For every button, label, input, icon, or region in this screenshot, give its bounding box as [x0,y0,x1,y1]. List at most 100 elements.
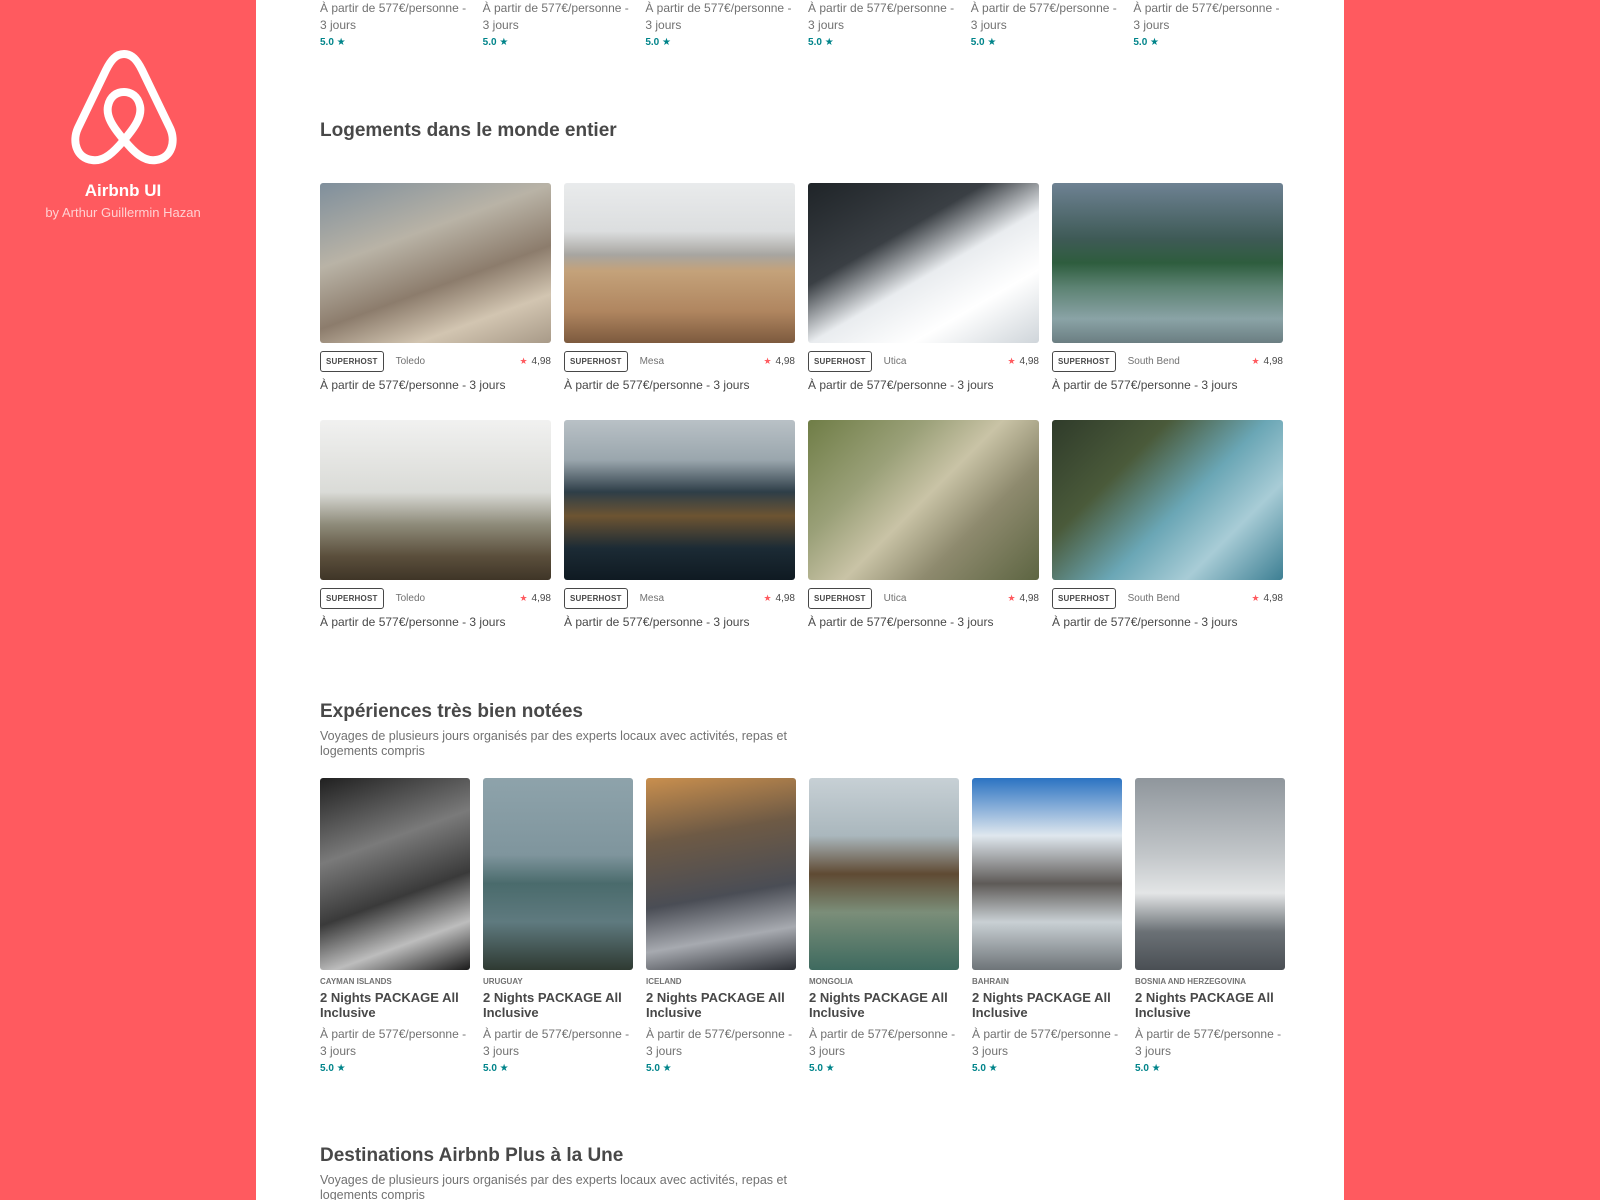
listing-price: À partir de 577€/personne - 3 jours [808,378,994,392]
experience-photo[interactable] [483,778,633,970]
experience-card[interactable]: CAYMAN ISLANDS 2 Nights PACKAGE All Incl… [320,778,470,1074]
experience-photo[interactable] [1135,778,1285,970]
listing-city: South Bend [1127,592,1180,604]
listing-price: À partir de 577€/personne - 3 jours [564,615,750,629]
experience-rating: 5.0 ★ [1135,1063,1161,1074]
experience-card[interactable]: BAHRAIN 2 Nights PACKAGE All Inclusive À… [972,778,1122,1074]
top-experience-row: À partir de 577€/personne - 3 jours 5.0 … [320,0,1283,48]
home-card[interactable]: SUPERHOST Utica ★ 4,98 À partir de 577€/… [808,183,1039,419]
experience-name[interactable]: 2 Nights PACKAGE All Inclusive [483,990,633,1020]
listing-photo[interactable] [564,420,795,580]
brand-byline: by Arthur Guillermin Hazan [45,205,201,220]
list-item[interactable]: À partir de 577€/personne - 3 jours 5.0 … [645,0,795,48]
section-title-experiences: Expériences très bien notées [320,701,583,722]
list-item[interactable]: À partir de 577€/personne - 3 jours 5.0 … [971,0,1121,48]
home-card[interactable]: SUPERHOST Mesa ★ 4,98 À partir de 577€/p… [564,420,795,656]
home-card[interactable]: SUPERHOST Toledo ★ 4,98 À partir de 577€… [320,420,551,656]
card-rating: 5.0 ★ [320,37,346,48]
experience-name[interactable]: 2 Nights PACKAGE All Inclusive [646,990,796,1020]
experience-price: À partir de 577€/personne - 3 jours [1135,1027,1282,1058]
listing-city: Toledo [395,592,426,604]
list-item[interactable]: À partir de 577€/personne - 3 jours 5.0 … [483,0,633,48]
experience-card[interactable]: URUGUAY 2 Nights PACKAGE All Inclusive À… [483,778,633,1074]
experience-country: MONGOLIA [809,977,853,986]
card-price: À partir de 577€/personne - 3 jours [1133,1,1280,32]
listing-photo[interactable] [808,420,1039,580]
card-rating: 5.0 ★ [1133,37,1160,48]
listing-score: 4,98 [1019,592,1039,604]
experience-photo[interactable] [646,778,796,970]
experience-photo[interactable] [320,778,470,970]
home-card[interactable]: SUPERHOST Toledo ★ 4,98 À partir de 577€… [320,183,551,419]
listing-photo[interactable] [1052,183,1283,343]
experience-card[interactable]: ICELAND 2 Nights PACKAGE All Inclusive À… [646,778,796,1074]
listing-photo[interactable] [1052,420,1283,580]
experience-card[interactable]: BOSNIA AND HERZEGOVINA 2 Nights PACKAGE … [1135,778,1285,1074]
listing-photo[interactable] [320,183,551,343]
listing-photo[interactable] [564,183,795,343]
listing-score: 4,98 [531,592,551,604]
card-price: À partir de 577€/personne - 3 jours [808,1,955,32]
experience-name[interactable]: 2 Nights PACKAGE All Inclusive [809,990,959,1020]
star-icon: ★ [519,592,528,603]
listing-photo[interactable] [808,183,1039,343]
experience-rating: 5.0 ★ [483,1063,509,1074]
home-card[interactable]: SUPERHOST South Bend ★ 4,98 À partir de … [1052,183,1283,419]
listing-city: Toledo [395,355,426,367]
card-rating: 5.0 ★ [482,37,509,48]
experience-country: CAYMAN ISLANDS [320,977,392,986]
experience-price: À partir de 577€/personne - 3 jours [320,1027,467,1058]
star-icon: ★ [1007,592,1016,603]
listing-city: Mesa [639,355,665,367]
brand-title: Airbnb UI [84,181,162,200]
list-item[interactable]: À partir de 577€/personne - 3 jours 5.0 … [808,0,958,48]
homes-grid-row-2: SUPERHOST Toledo ★ 4,98 À partir de 577€… [320,420,1283,656]
listing-price: À partir de 577€/personne - 3 jours [320,378,506,392]
experience-country: URUGUAY [483,977,523,986]
experience-price: À partir de 577€/personne - 3 jours [972,1027,1119,1058]
experience-price: À partir de 577€/personne - 3 jours [809,1027,956,1058]
listing-price: À partir de 577€/personne - 3 jours [320,615,506,629]
superhost-badge: SUPERHOST [808,587,872,609]
superhost-badge: SUPERHOST [320,350,384,372]
listing-score: 4,98 [531,355,551,367]
listing-score: 4,98 [1263,592,1283,604]
listing-price: À partir de 577€/personne - 3 jours [1052,615,1238,629]
superhost-badge: SUPERHOST [1052,587,1116,609]
experience-name[interactable]: 2 Nights PACKAGE All Inclusive [320,990,470,1020]
experience-price: À partir de 577€/personne - 3 jours [483,1027,630,1058]
listing-price: À partir de 577€/personne - 3 jours [808,615,994,629]
experience-country: BOSNIA AND HERZEGOVINA [1135,977,1246,986]
section-subtitle-experiences: Voyages de plusieurs jours organisés par… [320,729,787,758]
listing-city: Mesa [639,592,665,604]
experience-rating: 5.0 ★ [809,1063,835,1074]
star-icon: ★ [763,355,772,366]
experience-card[interactable]: MONGOLIA 2 Nights PACKAGE All Inclusive … [809,778,959,1074]
superhost-badge: SUPERHOST [1052,350,1116,372]
experience-name[interactable]: 2 Nights PACKAGE All Inclusive [972,990,1122,1020]
experience-country: ICELAND [646,977,682,986]
superhost-badge: SUPERHOST [808,350,872,372]
experience-rating: 5.0 ★ [972,1063,998,1074]
home-card[interactable]: SUPERHOST South Bend ★ 4,98 À partir de … [1052,420,1283,656]
section-subtitle-plus: Voyages de plusieurs jours organisés par… [320,1173,787,1200]
star-icon: ★ [519,355,528,366]
home-card[interactable]: SUPERHOST Utica ★ 4,98 À partir de 577€/… [808,420,1039,656]
main-page: À partir de 577€/personne - 3 jours 5.0 … [256,0,1344,1200]
listing-score: 4,98 [1019,355,1039,367]
experience-photo[interactable] [809,778,959,970]
list-item[interactable]: À partir de 577€/personne - 3 jours 5.0 … [320,0,470,48]
star-icon: ★ [1251,355,1260,366]
card-price: À partir de 577€/personne - 3 jours [482,1,629,32]
experience-rating: 5.0 ★ [646,1063,672,1074]
card-rating: 5.0 ★ [808,37,834,48]
listing-photo[interactable] [320,420,551,580]
home-card[interactable]: SUPERHOST Mesa ★ 4,98 À partir de 577€/p… [564,183,795,419]
superhost-badge: SUPERHOST [320,587,384,609]
experience-rating: 5.0 ★ [320,1063,346,1074]
card-price: À partir de 577€/personne - 3 jours [645,1,792,32]
experience-photo[interactable] [972,778,1122,970]
experience-name[interactable]: 2 Nights PACKAGE All Inclusive [1135,990,1285,1020]
list-item[interactable]: À partir de 577€/personne - 3 jours 5.0 … [1133,0,1283,48]
listing-price: À partir de 577€/personne - 3 jours [1052,378,1238,392]
